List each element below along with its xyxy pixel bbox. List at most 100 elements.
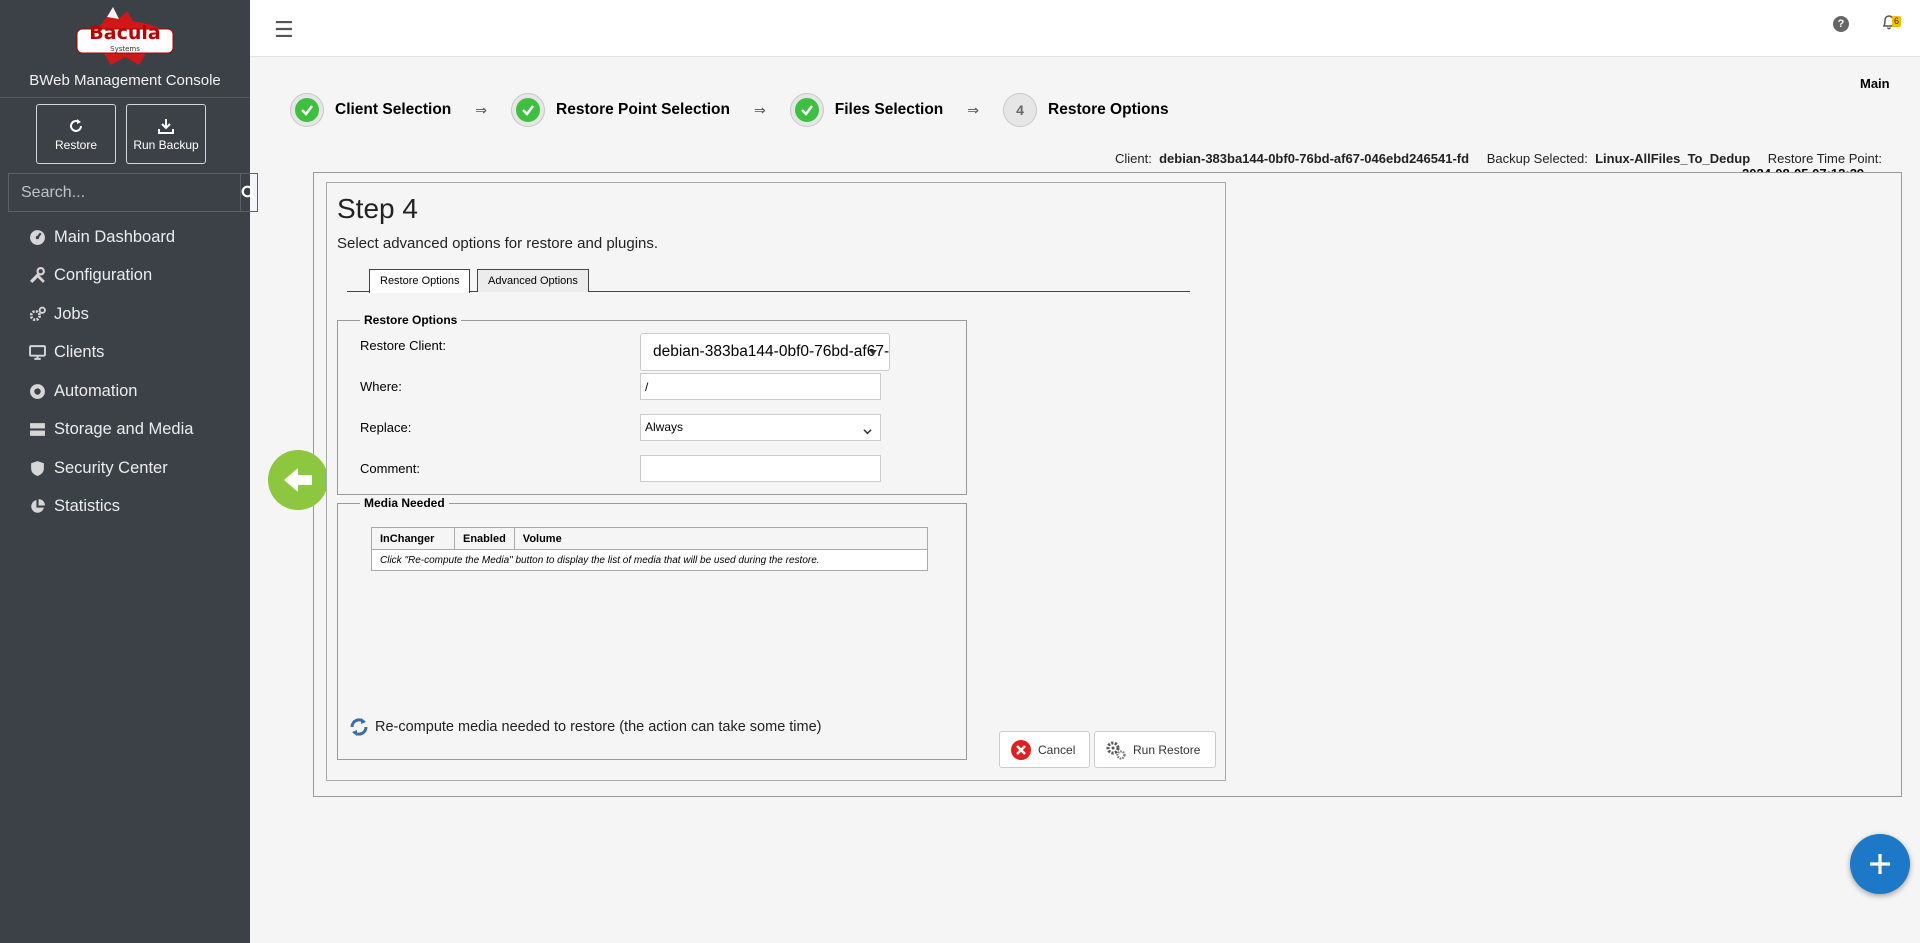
step-restore-options[interactable]: 4 Restore Options [1003, 93, 1169, 127]
step-restore-point-selection[interactable]: Restore Point Selection [511, 93, 730, 127]
table-row: Click "Re-compute the Media" button to d… [371, 549, 928, 571]
restore-button-label: Restore [54, 138, 98, 152]
nav-item-automation[interactable]: Automation [0, 372, 250, 411]
cancel-label: Cancel [1038, 742, 1076, 757]
storage-icon [28, 421, 46, 439]
column-header-enabled[interactable]: Enabled [454, 527, 515, 550]
run-backup-button[interactable]: Run Backup [126, 104, 206, 164]
restore-client-value: debian-383ba144-0bf0-76bd-af67-046ebd246… [653, 343, 890, 360]
nav-label: Main Dashboard [54, 227, 176, 246]
cancel-button[interactable]: Cancel [999, 731, 1090, 768]
notifications-button[interactable]: 6 [1882, 14, 1904, 34]
search-button[interactable] [240, 173, 258, 212]
check-icon [800, 105, 813, 116]
empty-table-message: Click "Re-compute the Media" button to d… [371, 549, 928, 571]
nav-item-storage-and-media[interactable]: Storage and Media [0, 411, 250, 450]
restore-options-legend: Restore Options [364, 313, 458, 327]
step-arrow: ⇒ [475, 101, 488, 118]
svg-text:Bacula: Bacula [89, 22, 160, 44]
client-value: debian-383ba144-0bf0-76bd-af67-046ebd246… [1159, 151, 1470, 166]
step-client-selection[interactable]: Client Selection [290, 93, 451, 127]
breadcrumb-main[interactable]: Main [1860, 76, 1890, 91]
step-done-indicator [290, 93, 324, 127]
run-restore-button[interactable]: Run Restore [1094, 731, 1216, 768]
help-icon[interactable]: ? [1833, 16, 1849, 32]
menu-toggle-icon[interactable]: ☰ [274, 17, 294, 43]
run-restore-label: Run Restore [1133, 742, 1201, 757]
column-header-inchanger[interactable]: InChanger [371, 527, 455, 550]
notification-badge: 6 [1892, 16, 1902, 27]
nav-item-clients[interactable]: Clients [0, 334, 250, 373]
restore-client-select[interactable]: debian-383ba144-0bf0-76bd-af67-046ebd246… [640, 333, 890, 371]
nav-item-security-center[interactable]: Security Center [0, 449, 250, 488]
shield-icon [28, 459, 46, 477]
search-input[interactable] [8, 173, 240, 212]
restore-button[interactable]: Restore [36, 104, 116, 164]
tools-icon [28, 267, 46, 285]
media-needed-legend: Media Needed [364, 496, 445, 510]
step-label: Restore Point Selection [556, 101, 730, 118]
check-icon [522, 105, 535, 116]
tab-advanced-options[interactable]: Advanced Options [477, 269, 589, 292]
step-arrow: ⇒ [967, 101, 980, 118]
column-header-volume[interactable]: Volume [513, 527, 929, 550]
chevron-down-icon [863, 421, 872, 446]
restore-options-fieldset: Restore Options Restore Client: debian-3… [337, 313, 967, 495]
quick-actions: Restore Run Backup [36, 104, 206, 164]
pie-chart-icon [28, 498, 46, 516]
replace-label: Replace: [360, 420, 412, 435]
nav-item-statistics[interactable]: Statistics [0, 488, 250, 527]
step-number: 4 [1016, 102, 1024, 118]
automation-icon [28, 382, 46, 400]
recompute-label: Re-compute media needed to restore (the … [375, 719, 822, 735]
nav-item-configuration[interactable]: Configuration [0, 257, 250, 296]
search-icon [241, 185, 257, 200]
recompute-media-link[interactable]: Re-compute media needed to restore (the … [348, 716, 822, 738]
dashboard-icon [28, 228, 46, 246]
step-panel: Step 4 Select advanced options for resto… [326, 182, 1226, 781]
page-title: Step 4 [337, 193, 418, 224]
restore-summary: Client: debian-383ba144-0bf0-76bd-af67-0… [1115, 151, 1882, 166]
plus-icon [1870, 854, 1890, 874]
nav-label: Jobs [54, 304, 89, 323]
search-bar [8, 173, 258, 212]
caret-down-icon [869, 350, 877, 355]
logo-area: Bacula Systems BWeb Management Console [0, 0, 250, 98]
refresh-icon [350, 718, 368, 736]
backup-value: Linux-AllFiles_To_Dedup [1595, 151, 1751, 166]
tab-restore-options[interactable]: Restore Options [369, 269, 471, 293]
sidebar: Bacula Systems BWeb Management Console R… [0, 0, 258, 943]
step-number-indicator: 4 [1003, 93, 1038, 127]
add-button[interactable] [1850, 834, 1910, 894]
nav-label: Statistics [54, 497, 121, 516]
step-files-selection[interactable]: Files Selection [789, 93, 944, 127]
top-bar: ☰ ? 6 [250, 0, 1920, 57]
nav-item-main-dashboard[interactable]: Main Dashboard [0, 218, 250, 257]
cancel-icon [1011, 739, 1031, 760]
step-label: Files Selection [834, 101, 944, 118]
media-needed-fieldset: Media Needed InChanger Enabled Volume Cl… [337, 496, 967, 760]
replace-select[interactable]: Always [640, 414, 881, 441]
client-label: Client: [1115, 151, 1152, 166]
gears-icon [28, 305, 46, 323]
step-done-indicator [789, 93, 824, 127]
main-nav: Main Dashboard Configuration Jobs Client… [0, 218, 250, 526]
nav-label: Security Center [54, 458, 168, 477]
gears-icon [1106, 741, 1126, 760]
nav-label: Configuration [54, 266, 153, 285]
nav-item-jobs[interactable]: Jobs [0, 295, 250, 334]
media-table: InChanger Enabled Volume Click "Re-compu… [371, 527, 929, 571]
step-description: Select advanced options for restore and … [337, 235, 659, 252]
back-button[interactable] [268, 450, 328, 510]
where-label: Where: [360, 379, 402, 394]
restore-client-label: Restore Client: [360, 338, 446, 353]
bacula-logo[interactable]: Bacula Systems [67, 5, 183, 71]
where-input[interactable] [640, 373, 881, 400]
svg-text:Systems: Systems [110, 45, 140, 53]
replace-value: Always [645, 420, 684, 434]
step-done-indicator [511, 93, 546, 127]
time-label: Restore Time Point: [1767, 151, 1882, 166]
table-header-row: InChanger Enabled Volume [371, 527, 929, 550]
options-tabs: Restore Options Advanced Options [347, 269, 1190, 293]
comment-input[interactable] [640, 455, 881, 482]
